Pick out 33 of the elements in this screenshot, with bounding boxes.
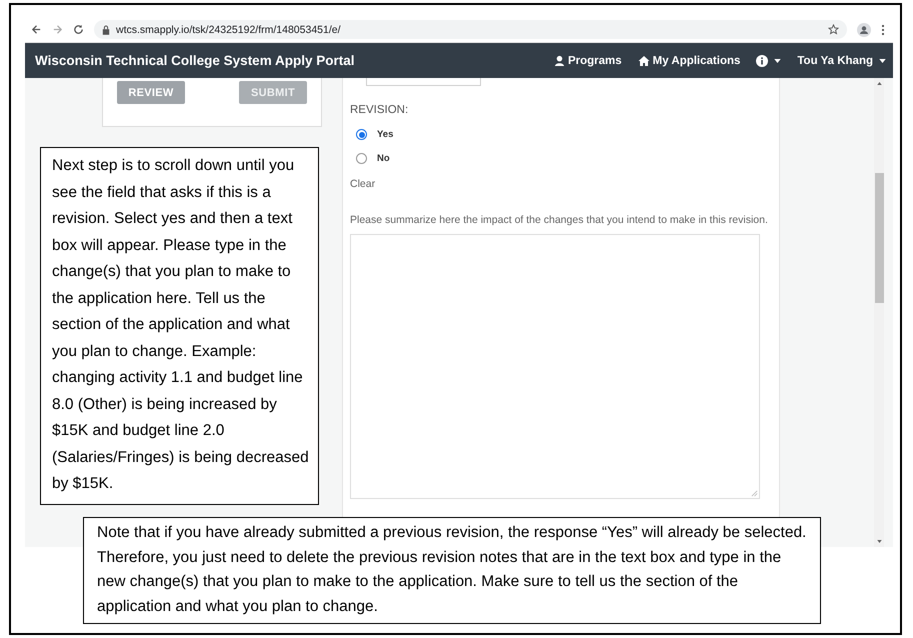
- caret-icon: [879, 58, 886, 62]
- radio-button[interactable]: [356, 153, 367, 164]
- scroll-up-icon[interactable]: [876, 82, 882, 85]
- instruction-note: Note that if you have already submitted a previous revision, the response “Yes” will already be selected. Therefore, you just need to delete the previous revision notes that are in the text box and type in the new change(s) that you plan to make to the application. Make sure to tell us the section of the application and what you plan to change.: [97, 523, 808, 616]
- info-icon: [756, 54, 768, 66]
- question-label: REVISION:: [350, 104, 410, 116]
- clear-link[interactable]: Clear: [350, 178, 376, 190]
- option-label: Yes: [377, 129, 394, 140]
- reload-icon[interactable]: [73, 24, 84, 35]
- nav-link[interactable]: Programs: [554, 54, 622, 66]
- more-icon[interactable]: [881, 24, 885, 36]
- caret-icon: [774, 58, 782, 62]
- portal-title: Wisconsin Technical College System Apply Portal: [35, 53, 356, 68]
- address-bar[interactable]: wtcs.smapply.io/tsk/24325192/frm/148053451/e/: [94, 20, 847, 39]
- resize-grip-icon: [751, 490, 758, 497]
- scroll-thumb[interactable]: [874, 172, 884, 302]
- radio-button[interactable]: [356, 129, 367, 140]
- home-icon: [638, 54, 650, 66]
- back-icon[interactable]: [31, 24, 42, 35]
- star-icon[interactable]: [828, 24, 839, 35]
- instruction-note: Next step is to scroll down until you see the field that asks if this is a revision. Select yes and then a text box will appear. Please type in the change(s) that you plan to make to the application here. Tell us the section of the application and what you plan to change. Example: changing activity 1.1 and budget line 8.0 (Other) is being increased by $15K and budget line 2.0 (Salaries/Fringes) is being decreased by $15K.: [52, 156, 310, 494]
- lock-icon: [102, 24, 110, 34]
- person-icon: [554, 55, 565, 66]
- info-menu[interactable]: [756, 54, 782, 66]
- field-label: Please summarize here the impact of the changes that you intend to make in this revision.: [350, 213, 769, 228]
- profile-icon[interactable]: [857, 22, 871, 36]
- user-menu[interactable]: Tou Ya Khang: [797, 54, 886, 66]
- scroll-down-icon[interactable]: [876, 540, 882, 543]
- option-label: No: [377, 153, 390, 164]
- scrollbar[interactable]: [874, 78, 884, 547]
- url-text: wtcs.smapply.io/tsk/24325192/frm/148053451/e/: [116, 24, 341, 36]
- nav-link[interactable]: My Applications: [638, 54, 740, 66]
- input-field[interactable]: [366, 78, 481, 86]
